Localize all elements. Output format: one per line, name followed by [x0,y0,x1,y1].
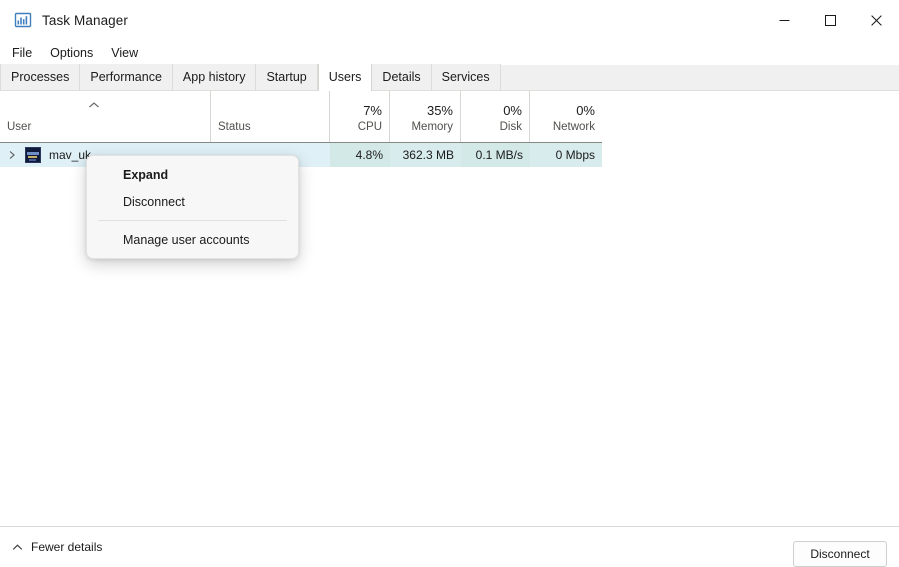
column-header-cpu-label: CPU [357,121,382,133]
window-controls [761,0,899,40]
column-header-network-value: 0% [576,102,595,118]
minimize-button[interactable] [761,0,807,40]
column-header-memory-label: Memory [411,121,453,133]
column-header-network-label: Network [552,121,595,133]
tab-startup[interactable]: Startup [256,64,318,90]
menu-item-options[interactable]: Options [41,43,102,63]
title-bar: Task Manager [0,0,899,40]
tab-performance[interactable]: Performance [80,64,173,90]
cell-cpu: 4.8% [330,143,390,167]
tab-strip: Processes Performance App history Startu… [0,64,899,91]
fewer-details-button[interactable]: Fewer details [12,540,102,554]
menu-bar: File Options View [0,40,899,65]
cell-memory: 362.3 MB [390,143,461,167]
tab-app-history[interactable]: App history [172,64,257,90]
context-menu-separator [98,220,287,221]
user-avatar [25,147,41,163]
disconnect-button[interactable]: Disconnect [793,541,887,567]
menu-item-view[interactable]: View [102,43,147,63]
column-header-cpu[interactable]: 7% CPU [330,91,390,142]
column-header-status-label: Status [218,121,251,133]
column-header-user-value [7,100,203,120]
cell-network: 0 Mbps [530,143,602,167]
column-header-network[interactable]: 0% Network [530,91,602,142]
tab-services[interactable]: Services [431,64,501,90]
column-header-memory-value: 35% [426,102,453,118]
close-button[interactable] [853,0,899,40]
task-manager-window: Task Manager File Options View Processes… [0,0,899,567]
column-header-disk-label: Disk [499,121,522,133]
context-menu-item-expand[interactable]: Expand [87,161,298,188]
task-manager-icon [14,11,32,29]
menu-item-file[interactable]: File [3,43,41,63]
column-header-disk-value: 0% [503,102,522,118]
table-header-row: User Status 7% CPU 35% Memory 0% Disk 0%… [0,91,602,143]
chevron-up-icon [12,543,23,552]
column-header-cpu-value: 7% [363,102,382,118]
fewer-details-label: Fewer details [31,540,103,554]
status-bar: Fewer details Disconnect [0,526,899,567]
cell-disk: 0.1 MB/s [461,143,530,167]
sort-ascending-icon [88,101,100,109]
column-header-memory[interactable]: 35% Memory [390,91,461,142]
tab-details[interactable]: Details [372,64,432,90]
context-menu: Expand Disconnect Manage user accounts [86,155,299,259]
context-menu-item-disconnect[interactable]: Disconnect [87,188,298,215]
column-header-disk[interactable]: 0% Disk [461,91,530,142]
column-header-user[interactable]: User [0,91,211,142]
maximize-button[interactable] [807,0,853,40]
tab-processes[interactable]: Processes [0,64,81,90]
chevron-right-icon[interactable] [4,147,20,163]
column-header-status-value [218,100,322,120]
column-header-user-label: User [7,121,32,133]
user-name: mav_uk [49,148,92,162]
tab-users[interactable]: Users [317,64,373,91]
context-menu-item-manage-user-accounts[interactable]: Manage user accounts [87,226,298,253]
column-header-status[interactable]: Status [211,91,330,142]
window-title: Task Manager [42,12,128,28]
